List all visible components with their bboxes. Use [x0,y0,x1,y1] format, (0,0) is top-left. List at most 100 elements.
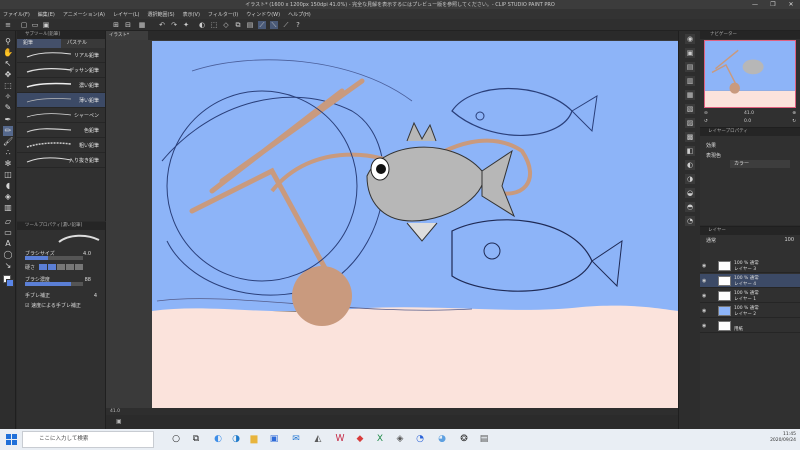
zoom-in-icon[interactable]: ⊕ [792,111,796,116]
close-button[interactable]: ✕ [782,0,800,9]
minimize-button[interactable]: — [746,0,764,9]
hardness-row[interactable]: 硬さ [25,264,101,273]
visibility-eye-icon[interactable]: ◉ [702,293,706,299]
auto-select-icon[interactable]: ✧ [3,92,13,102]
notes-icon[interactable]: ▤ [478,433,490,445]
color-wheel-icon[interactable]: ◐ [685,160,695,170]
snap-special-icon[interactable]: ⟍ [270,21,278,29]
menu-selection[interactable]: 選択範囲(S) [148,11,175,18]
sub-view-icon[interactable]: ▣ [685,48,695,58]
navigator-zoom-row[interactable]: ⊖ 41.0 ⊕ [704,111,796,118]
copy-icon[interactable]: ⧉ [234,21,242,29]
taskbar-search-input[interactable]: ここに入力して検索 [22,431,154,448]
material-icon[interactable]: ▥ [685,76,695,86]
navigator-rotate-row[interactable]: ↺ 0.0 ↻ [704,119,796,126]
edge-browser-icon[interactable]: ◑ [230,433,242,445]
frame-icon[interactable]: ▭ [3,228,13,238]
navigator-preview[interactable] [704,40,796,108]
new-file-icon[interactable]: ▢ [20,21,28,29]
view-icon[interactable]: ▦ [138,21,146,29]
zoom-icon[interactable]: ⚲ [3,37,13,47]
menu-filter[interactable]: フィルター(I) [208,11,238,18]
navigator-toggle-icon[interactable]: ◉ [685,34,695,44]
hardness-steps[interactable] [39,264,83,270]
canvas-layout-icon[interactable]: ▣ [116,418,122,425]
airbrush-icon[interactable]: ∴ [3,148,13,158]
save-icon[interactable]: ▣ [42,21,50,29]
brush-item[interactable]: 薄い鉛筆 [17,93,105,108]
zoom-out-icon[interactable]: ⊖ [704,111,708,116]
brush-size-row[interactable]: ブラシサイズ 4.0 [25,250,101,260]
windows-start-icon[interactable] [6,434,17,445]
snap-grid-icon[interactable]: ⟋ [282,21,290,29]
menu-help[interactable]: ヘルプ(H) [288,11,311,18]
figure-icon[interactable]: ▱ [3,217,13,227]
brush-item[interactable]: リアル鉛筆 [17,48,105,63]
layer-row[interactable]: ◉ 100 % 通常 レイヤー 3 [700,259,800,273]
paste-icon[interactable]: ▤ [246,21,254,29]
store-icon[interactable]: ▣ [268,433,280,445]
maximize-button[interactable]: ❐ [764,0,782,9]
color-history-icon[interactable]: ◒ [685,188,695,198]
paint-icon[interactable]: ◕ [436,433,448,445]
eyedropper-icon[interactable]: ✎ [3,103,13,113]
balloon-icon[interactable]: ◯ [3,250,13,260]
brush-item[interactable]: 濃い鉛筆 [17,78,105,93]
grid-icon[interactable]: ⊞ [112,21,120,29]
visibility-eye-icon[interactable]: ◉ [702,323,706,329]
brush-size-slider[interactable] [25,256,83,260]
horizontal-scrollbar[interactable]: 41.0 [106,408,678,415]
edge-icon[interactable]: ◐ [212,433,224,445]
approximate-color-icon[interactable]: ◔ [685,216,695,226]
mail-icon[interactable]: ✉ [290,433,302,445]
snap-ruler-icon[interactable]: ⟋ [258,21,266,29]
menu-layer[interactable]: レイヤー(L) [113,11,140,18]
item-bank-icon[interactable]: ▧ [685,104,695,114]
brush-item[interactable]: 粗い鉛筆 [17,138,105,153]
rotate-left-icon[interactable]: ↺ [704,119,708,124]
quick-access-icon[interactable]: ◧ [685,146,695,156]
info-icon[interactable]: ▤ [685,62,695,72]
layer-row[interactable]: ◉ 用紙 [700,319,800,333]
menu-view[interactable]: 表示(V) [183,11,200,18]
clip-studio-icon[interactable]: ◔ [414,433,426,445]
select-icon[interactable]: ⬚ [3,81,13,91]
hand-icon[interactable]: ✋ [3,48,13,58]
layer-search-icon[interactable]: ▨ [685,118,695,128]
photos-icon[interactable]: ◭ [312,433,324,445]
fill-icon[interactable]: ◐ [198,21,206,29]
cortana-icon[interactable]: ○ [170,433,182,445]
task-view-icon[interactable]: ⧉ [190,433,202,445]
document-tab[interactable]: イラスト* [106,31,148,40]
visibility-eye-icon[interactable]: ◉ [702,278,706,284]
correct-line-icon[interactable]: ↘ [3,261,13,271]
gradient-icon[interactable]: ▥ [3,203,13,213]
word-icon[interactable]: Ｗ [334,433,346,445]
game-icon[interactable]: ◈ [394,433,406,445]
tab-pencil[interactable]: 鉛筆 [17,39,61,48]
canvas-area[interactable] [106,40,678,409]
blend-icon[interactable]: ◖ [3,181,13,191]
tab-pastel[interactable]: パステル [61,39,105,48]
stabilization-row[interactable]: 手ブレ補正 4 [25,292,101,301]
menu-animation[interactable]: アニメーション(A) [63,11,105,18]
rotate-right-icon[interactable]: ↻ [792,119,796,124]
undo-icon[interactable]: ↶ [158,21,166,29]
visibility-eye-icon[interactable]: ◉ [702,308,706,314]
pencil-icon[interactable]: ✏ [3,126,13,136]
help-icon[interactable]: ? [294,21,302,29]
artwork[interactable] [152,41,678,409]
ruler-icon[interactable]: ⊟ [124,21,132,29]
move-layer-icon[interactable]: ✥ [3,70,13,80]
text-icon[interactable]: A [3,239,13,249]
file-explorer-icon[interactable]: ▆ [248,433,260,445]
history-icon[interactable]: ▦ [685,90,695,100]
layer-row[interactable]: ◉ 100 % 通常 レイヤー 2 [700,304,800,318]
transform-icon[interactable]: ◇ [222,21,230,29]
color-set-icon[interactable]: ◑ [685,174,695,184]
open-folder-icon[interactable]: ▭ [31,21,39,29]
menu-edit[interactable]: 編集(E) [38,11,55,18]
speed-row[interactable]: ☑ 速度による手ブレ補正 [25,302,101,311]
selection-icon[interactable]: ⬚ [210,21,218,29]
menu-file[interactable]: ファイル(F) [3,11,30,18]
